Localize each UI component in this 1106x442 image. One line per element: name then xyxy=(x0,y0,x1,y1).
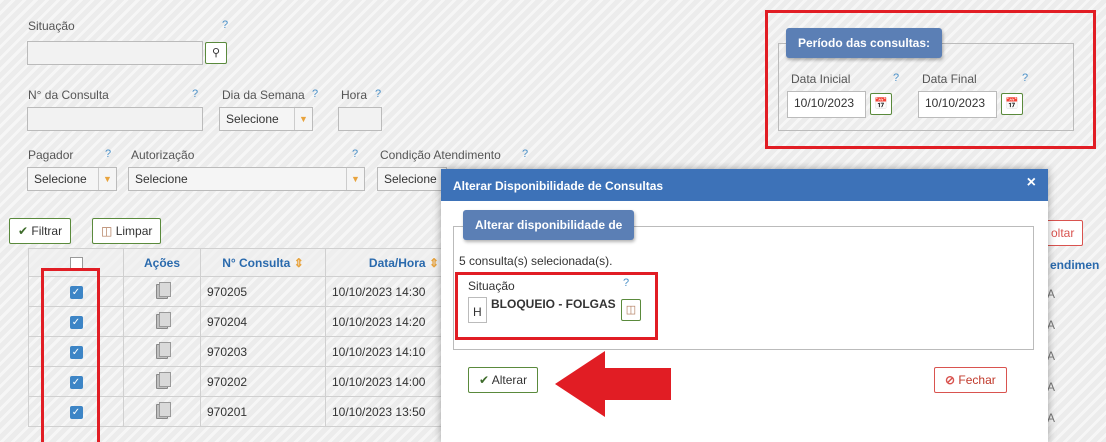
situacao-input[interactable] xyxy=(27,41,203,65)
sort-icon: ⇕ xyxy=(428,255,439,270)
sort-icon: ⇕ xyxy=(293,255,304,270)
limpar-label: Limpar xyxy=(115,224,153,238)
periodo-highlight xyxy=(765,10,1096,149)
dialog-title-bar: Alterar Disponibilidade de Consultas × xyxy=(441,169,1048,201)
chevron-down-icon: ▼ xyxy=(294,108,312,130)
row-datahora: 10/10/2023 14:00 xyxy=(325,366,446,397)
autorizacao-value: Selecione xyxy=(135,172,188,186)
row-actions-cell[interactable] xyxy=(123,396,201,427)
check-icon: ✔ xyxy=(479,373,490,387)
row-datahora: 10/10/2023 14:30 xyxy=(325,276,446,307)
condicao-label: Condição Atendimento xyxy=(380,148,501,162)
nconsulta-input[interactable] xyxy=(27,107,203,131)
nconsulta-help-icon[interactable]: ? xyxy=(192,88,198,100)
search-icon: ⚲ xyxy=(211,47,221,59)
pagador-help-icon[interactable]: ? xyxy=(105,148,111,160)
row-actions-cell[interactable] xyxy=(123,366,201,397)
row-numero: 970201 xyxy=(200,396,326,427)
copy-icon[interactable] xyxy=(156,372,171,390)
checkbox-highlight xyxy=(41,268,100,442)
filtrar-button[interactable]: ✔ Filtrar xyxy=(9,218,72,244)
check-icon: ✔ xyxy=(18,224,29,238)
chevron-down-icon: ▼ xyxy=(98,168,116,190)
cancel-icon: ⊘ xyxy=(945,373,956,387)
autorizacao-help-icon[interactable]: ? xyxy=(352,148,358,160)
voltar-label: oltar xyxy=(1051,226,1075,240)
condicao-help-icon[interactable]: ? xyxy=(522,148,528,160)
datahora-header-label: Data/Hora xyxy=(368,255,426,270)
pagador-value: Selecione xyxy=(34,172,87,186)
limpar-button[interactable]: ◫ Limpar xyxy=(92,218,162,244)
copy-icon[interactable] xyxy=(156,402,171,420)
eraser-icon: ◫ xyxy=(101,224,113,238)
red-arrow-icon xyxy=(555,351,671,417)
condicao-select[interactable]: Selecione xyxy=(377,167,447,191)
situacao-highlight xyxy=(455,272,658,340)
dialog-section-title: Alterar disponibilidade de xyxy=(463,210,635,240)
dialog-title: Alterar Disponibilidade de Consultas xyxy=(453,179,664,193)
situacao-help-icon[interactable]: ? xyxy=(222,19,228,31)
row-datahora: 10/10/2023 13:50 xyxy=(325,396,446,427)
autorizacao-label: Autorização xyxy=(131,148,195,162)
hora-input[interactable] xyxy=(338,107,382,131)
row-numero: 970202 xyxy=(200,366,326,397)
row-datahora: 10/10/2023 14:10 xyxy=(325,336,446,367)
dia-semana-help-icon[interactable]: ? xyxy=(312,88,318,100)
dia-semana-select[interactable]: Selecione ▼ xyxy=(219,107,313,131)
copy-icon[interactable] xyxy=(156,312,171,330)
filtrar-label: Filtrar xyxy=(31,224,63,238)
row-actions-cell[interactable] xyxy=(123,336,201,367)
autorizacao-select[interactable]: Selecione ▼ xyxy=(128,167,365,191)
voltar-button[interactable]: oltar xyxy=(1046,220,1084,246)
situacao-label: Situação xyxy=(28,19,75,33)
fechar-label: Fechar xyxy=(958,373,996,387)
acoes-header: Ações xyxy=(123,248,201,277)
nconsulta-header-label: N° Consulta xyxy=(222,255,291,270)
row-atendimento: A xyxy=(1047,318,1056,332)
alterar-label: Alterar xyxy=(491,373,528,387)
fechar-button[interactable]: ⊘ Fechar xyxy=(934,367,1007,393)
nconsulta-header[interactable]: N° Consulta ⇕ xyxy=(200,248,326,277)
atendimento-header: endimen xyxy=(1050,258,1100,272)
dia-semana-value: Selecione xyxy=(226,112,279,126)
row-numero: 970204 xyxy=(200,306,326,337)
hora-help-icon[interactable]: ? xyxy=(375,88,381,100)
alterar-button[interactable]: ✔ Alterar xyxy=(468,367,539,393)
row-actions-cell[interactable] xyxy=(123,276,201,307)
row-atendimento: A xyxy=(1047,349,1056,363)
alterar-disponibilidade-dialog: Alterar Disponibilidade de Consultas × A… xyxy=(441,169,1048,442)
search-button[interactable]: ⚲ xyxy=(205,42,227,64)
row-atendimento: A xyxy=(1047,287,1056,301)
selected-count-text: 5 consulta(s) selecionada(s). xyxy=(459,254,613,268)
datahora-header[interactable]: Data/Hora ⇕ xyxy=(325,248,446,277)
copy-icon[interactable] xyxy=(156,342,171,360)
nconsulta-label: N° da Consulta xyxy=(28,88,109,102)
row-atendimento: A xyxy=(1047,380,1056,394)
close-icon[interactable]: × xyxy=(1027,174,1036,192)
row-atendimento: A xyxy=(1047,411,1056,425)
pagador-select[interactable]: Selecione ▼ xyxy=(27,167,117,191)
copy-icon[interactable] xyxy=(156,282,171,300)
row-actions-cell[interactable] xyxy=(123,306,201,337)
row-datahora: 10/10/2023 14:20 xyxy=(325,306,446,337)
chevron-down-icon: ▼ xyxy=(346,168,364,190)
pagador-label: Pagador xyxy=(28,148,74,162)
dia-semana-label: Dia da Semana xyxy=(222,88,305,102)
row-numero: 970205 xyxy=(200,276,326,307)
hora-label: Hora xyxy=(341,88,368,102)
condicao-value: Selecione xyxy=(384,172,437,186)
row-numero: 970203 xyxy=(200,336,326,367)
